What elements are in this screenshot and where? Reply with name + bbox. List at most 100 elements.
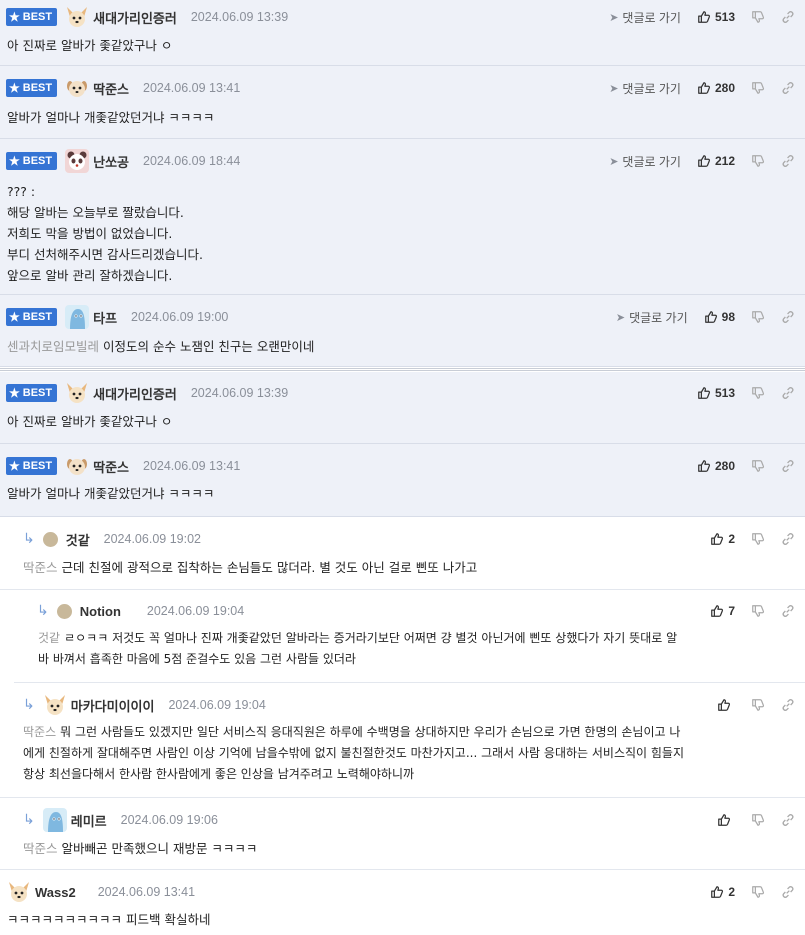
timestamp: 2024.06.09 13:41 <box>97 885 196 899</box>
thumbs-up-icon <box>698 11 711 23</box>
send-arrow-icon: ➤ <box>609 11 619 24</box>
reply-comment: ↳ Notion 2024.06.09 19:04 7 것같 ㄹㅇㅋㅋ 저것도 꼭… <box>14 590 805 683</box>
like-button[interactable]: 98 <box>704 310 735 324</box>
dislike-icon[interactable] <box>751 604 765 618</box>
dislike-icon[interactable] <box>751 459 765 473</box>
dislike-icon[interactable] <box>751 813 765 827</box>
reply-target[interactable]: 딱준스 <box>23 725 56 739</box>
best-comment: ★ BEST 새대가리인증러 2024.06.09 13:39 ➤ 댓글로 가기 5… <box>0 0 805 66</box>
link-icon[interactable] <box>781 813 795 827</box>
dog-face-avatar <box>43 693 67 717</box>
thumbs-up-icon <box>698 155 711 167</box>
dog-face-avatar <box>7 880 31 904</box>
link-icon[interactable] <box>781 459 795 473</box>
reply-target[interactable]: 센과치로임모빌레 <box>7 339 99 354</box>
like-button[interactable]: 2 <box>710 532 735 546</box>
best-comment: ★ BEST 딱준스 2024.06.09 13:41 ➤ 댓글로 가기 280 알… <box>0 66 805 139</box>
star-icon: ★ <box>9 154 20 168</box>
nickname[interactable]: 새대가리인증러 <box>93 384 177 403</box>
link-icon[interactable] <box>781 81 795 95</box>
like-button[interactable]: 513 <box>697 386 735 400</box>
best-badge: ★ BEST <box>6 152 58 170</box>
thumbs-up-icon <box>711 886 724 898</box>
goto-reply-link[interactable]: ➤ 댓글로 가기 <box>609 80 681 97</box>
link-icon[interactable] <box>781 154 795 168</box>
nickname[interactable]: 새대가리인증러 <box>93 8 177 27</box>
reply-arrow-icon: ↳ <box>23 812 35 828</box>
goto-reply-link[interactable]: ➤ 댓글로 가기 <box>609 153 681 170</box>
star-icon: ★ <box>9 10 20 24</box>
timestamp: 2024.06.09 19:04 <box>146 604 245 618</box>
goto-reply-link[interactable]: ➤ 댓글로 가기 <box>609 9 681 26</box>
like-button[interactable]: 7 <box>710 604 735 618</box>
nickname[interactable]: 타프 <box>93 308 117 327</box>
send-arrow-icon: ➤ <box>609 82 619 95</box>
timestamp: 2024.06.09 19:00 <box>131 310 229 324</box>
comment: ★ BEST 새대가리인증러 2024.06.09 13:39 513 아 진짜로… <box>0 372 805 444</box>
reply-comment: ↳ 것같 2024.06.09 19:02 2 딱준스 근데 친절에 광적으로 집… <box>0 517 805 590</box>
dog-face-avatar <box>65 5 89 29</box>
nickname[interactable]: 것같 <box>66 530 90 549</box>
reply-target[interactable]: 딱준스 <box>23 841 58 856</box>
dislike-icon[interactable] <box>751 10 765 24</box>
thumbs-up-icon <box>698 82 711 94</box>
nickname[interactable]: 딱준스 <box>93 457 129 476</box>
dislike-icon[interactable] <box>751 81 765 95</box>
dislike-icon[interactable] <box>751 885 765 899</box>
link-icon[interactable] <box>781 885 795 899</box>
timestamp: 2024.06.09 18:44 <box>143 154 241 168</box>
thumbs-up-icon <box>711 605 724 617</box>
like-button[interactable]: 2 <box>710 885 735 899</box>
reply-target[interactable]: 것같 <box>38 631 60 645</box>
like-button[interactable] <box>717 813 735 827</box>
nickname[interactable]: Notion <box>80 604 121 619</box>
link-icon[interactable] <box>781 310 795 324</box>
dislike-icon[interactable] <box>751 154 765 168</box>
dislike-icon[interactable] <box>751 698 765 712</box>
link-icon[interactable] <box>781 532 795 546</box>
nickname[interactable]: 딱준스 <box>93 79 129 98</box>
nickname[interactable]: Wass2 <box>35 885 76 900</box>
reply-arrow-icon: ↳ <box>37 603 49 619</box>
comment-text: 것같 ㄹㅇㅋㅋ 저것도 꼭 얼마나 진짜 개좇같았던 알바라는 증거라기보단 어쩌… <box>38 631 678 666</box>
link-icon[interactable] <box>781 698 795 712</box>
comment-text: 센과치로임모빌레 이정도의 순수 노잼인 친구는 오랜만이네 <box>7 339 315 354</box>
timestamp: 2024.06.09 13:39 <box>190 10 289 24</box>
like-button[interactable]: 513 <box>697 10 735 24</box>
timestamp: 2024.06.09 19:06 <box>120 813 218 827</box>
comment-text: ㅋㅋㅋㅋㅋㅋㅋㅋㅋㅋ 피드백 확실하네 <box>7 912 211 927</box>
comment-text: 알바가 얼마나 개좇같았던거냐 ㅋㅋㅋㅋ <box>7 110 215 125</box>
reply-arrow-icon: ↳ <box>23 697 35 713</box>
comment: ★ BEST 딱준스 2024.06.09 13:41 280 알바가 얼마나 개… <box>0 444 805 517</box>
nickname[interactable]: 마카다미이이이 <box>71 696 155 715</box>
link-icon[interactable] <box>781 386 795 400</box>
best-comment: ★ BEST 타프 2024.06.09 19:00 ➤ 댓글로 가기 98 센과치… <box>0 295 805 367</box>
reply-target[interactable]: 딱준스 <box>23 560 58 575</box>
dislike-icon[interactable] <box>751 310 765 324</box>
comment-text: 알바가 얼마나 개좇같았던거냐 ㅋㅋㅋㅋ <box>7 486 215 501</box>
best-badge: ★ BEST <box>6 79 58 97</box>
blue-creature-avatar <box>42 808 67 832</box>
dislike-icon[interactable] <box>751 386 765 400</box>
goto-reply-link[interactable]: ➤ 댓글로 가기 <box>616 309 688 326</box>
timestamp: 2024.06.09 13:41 <box>143 459 241 473</box>
like-button[interactable]: 212 <box>697 154 735 168</box>
like-button[interactable]: 280 <box>697 81 735 95</box>
timestamp: 2024.06.09 13:39 <box>190 386 289 400</box>
link-icon[interactable] <box>781 604 795 618</box>
puppy-face-avatar <box>65 454 89 478</box>
like-button[interactable] <box>717 698 735 712</box>
dislike-icon[interactable] <box>751 532 765 546</box>
nickname[interactable]: 난쏘공 <box>93 152 129 171</box>
best-badge: ★ BEST <box>6 457 58 475</box>
comment-text: 딱준스 뭐 그런 사람들도 있겠지만 일단 서비스직 응대직원은 하루에 수백명을… <box>23 725 685 781</box>
nickname[interactable]: 레미르 <box>71 811 107 830</box>
timestamp: 2024.06.09 19:04 <box>168 698 266 712</box>
section-divider <box>0 368 805 371</box>
blue-creature-avatar <box>65 305 90 329</box>
send-arrow-icon: ➤ <box>609 155 619 168</box>
link-icon[interactable] <box>781 10 795 24</box>
like-button[interactable]: 280 <box>697 459 735 473</box>
best-badge: ★ BEST <box>6 384 58 402</box>
star-icon: ★ <box>9 459 20 473</box>
